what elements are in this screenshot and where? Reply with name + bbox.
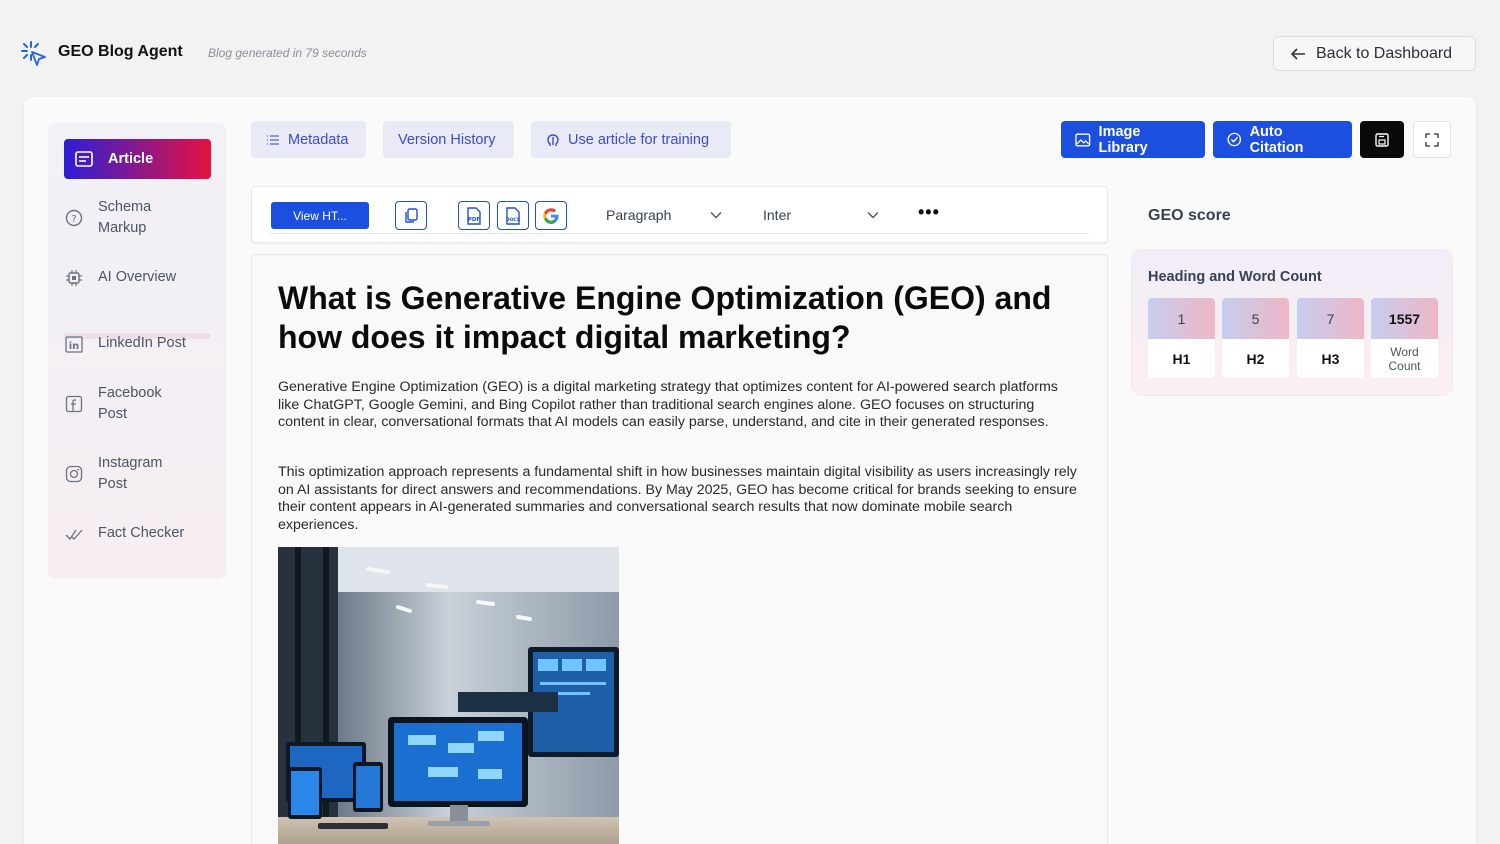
article-editor[interactable]: What is Generative Engine Optimization (… — [251, 254, 1108, 844]
linkedin-icon: in — [64, 334, 84, 354]
tab-label: Use article for training — [568, 131, 710, 148]
stat-label: H3 — [1321, 350, 1340, 367]
stat-label: H2 — [1246, 350, 1265, 367]
image-library-label: Image Library — [1098, 123, 1148, 156]
sidebar-item-facebook-post[interactable]: Facebook Post — [64, 383, 211, 425]
copy-button[interactable] — [395, 201, 427, 230]
article-paragraph: This optimization approach represents a … — [278, 464, 1077, 533]
google-icon — [543, 207, 559, 224]
chevron-down-icon — [867, 212, 879, 219]
expand-icon — [1425, 132, 1439, 147]
stat-h1: 1 H1 — [1148, 298, 1215, 378]
tab-metadata[interactable]: Metadata — [251, 121, 366, 158]
check-icon — [64, 524, 84, 544]
svg-text:in: in — [69, 341, 80, 352]
generation-time: Blog generated in 79 seconds — [208, 46, 367, 60]
sidebar-item-ai-overview[interactable]: AI Overview — [64, 267, 211, 288]
article-title: What is Generative Engine Optimization (… — [278, 280, 1052, 355]
chip-icon — [64, 268, 84, 288]
sidebar-item-label: Article — [108, 150, 154, 167]
facebook-icon — [64, 394, 84, 414]
stat-value: 1 — [1148, 298, 1215, 339]
auto-citation-button[interactable]: Auto Citation — [1213, 121, 1352, 158]
sidebar-item-label: Facebook Post — [98, 385, 162, 422]
svg-text:DOCX: DOCX — [506, 217, 521, 223]
google-docs-button[interactable] — [535, 201, 567, 230]
list-icon — [267, 134, 279, 145]
article-image[interactable] — [278, 547, 619, 844]
font-value: Inter — [763, 207, 792, 223]
arrow-left-icon — [1290, 47, 1305, 60]
save-icon — [1375, 132, 1389, 147]
block-type-value: Paragraph — [606, 207, 672, 223]
chevron-down-icon — [710, 212, 722, 219]
sidebar-item-linkedin-post[interactable]: in LinkedIn Post — [64, 333, 211, 354]
sparkle-cursor-icon — [21, 41, 46, 66]
sidebar-item-instagram-post[interactable]: Instagram Post — [64, 453, 211, 495]
save-button[interactable] — [1360, 121, 1404, 158]
sidebar-item-article[interactable]: Article — [64, 139, 211, 179]
stat-word-count: 1557 Word Count — [1371, 298, 1438, 378]
auto-citation-label: Auto Citation — [1249, 123, 1304, 156]
instagram-icon — [64, 464, 84, 484]
toolbar-divider — [270, 233, 1089, 234]
article-paragraph: Generative Engine Optimization (GEO) is … — [278, 379, 1058, 431]
check-circle-icon — [1227, 132, 1242, 147]
font-select[interactable]: Inter — [763, 203, 879, 227]
stat-value: 1557 — [1371, 298, 1438, 339]
tab-label: Metadata — [288, 131, 349, 148]
article-icon — [74, 149, 94, 169]
fullscreen-button[interactable] — [1413, 121, 1451, 158]
brain-icon — [547, 133, 559, 146]
stat-h2: 5 H2 — [1222, 298, 1289, 378]
sidebar-item-label: Schema Markup — [98, 199, 152, 236]
pdf-file-icon: PDF — [467, 206, 481, 225]
stat-h3: 7 H3 — [1297, 298, 1364, 378]
more-options-icon[interactable]: ••• — [918, 203, 940, 221]
copy-icon — [405, 207, 418, 223]
tab-version-history[interactable]: Version History — [383, 121, 514, 158]
editor-toolbar: View HT... PDF DOCX Paragraph Inter ••• — [251, 186, 1108, 243]
card-title: Heading and Word Count — [1148, 269, 1322, 285]
sidebar-item-label: LinkedIn Post — [98, 335, 186, 351]
sidebar-item-fact-checker[interactable]: Fact Checker — [64, 523, 211, 544]
svg-text:PDF: PDF — [468, 217, 481, 223]
image-library-button[interactable]: Image Library — [1061, 121, 1205, 158]
stat-label: Word Count — [1388, 344, 1421, 373]
app-title: GEO Blog Agent — [58, 43, 183, 60]
view-html-button[interactable]: View HT... — [271, 202, 369, 229]
main-panel: Article ? Schema Markup AI Overview in L… — [24, 97, 1476, 844]
back-label: Back to Dashboard — [1316, 44, 1453, 62]
back-to-dashboard-button[interactable]: Back to Dashboard — [1273, 36, 1476, 71]
export-docx-button[interactable]: DOCX — [497, 201, 529, 230]
heading-word-count-card: Heading and Word Count 1 H1 5 H2 7 H3 15… — [1132, 250, 1452, 395]
tab-use-article-for-training[interactable]: Use article for training — [531, 121, 731, 158]
stat-value: 5 — [1222, 298, 1289, 339]
help-circle-icon: ? — [64, 208, 84, 228]
svg-text:?: ? — [71, 214, 76, 225]
stat-label: H1 — [1172, 350, 1191, 367]
sidebar: Article ? Schema Markup AI Overview in L… — [48, 123, 226, 579]
sidebar-item-label: AI Overview — [98, 269, 177, 285]
geo-score-title: GEO score — [1148, 207, 1231, 224]
stat-value: 7 — [1297, 298, 1364, 339]
docx-file-icon: DOCX — [506, 206, 521, 225]
sidebar-item-label: Fact Checker — [98, 525, 185, 541]
block-type-select[interactable]: Paragraph — [606, 203, 722, 227]
sidebar-item-schema-markup[interactable]: ? Schema Markup — [64, 197, 211, 239]
top-bar: GEO Blog Agent Blog generated in 79 seco… — [0, 0, 1500, 96]
sidebar-item-label: Instagram Post — [98, 455, 163, 492]
image-icon — [1075, 132, 1091, 147]
export-pdf-button[interactable]: PDF — [458, 201, 490, 230]
tab-label: Version History — [398, 131, 496, 148]
